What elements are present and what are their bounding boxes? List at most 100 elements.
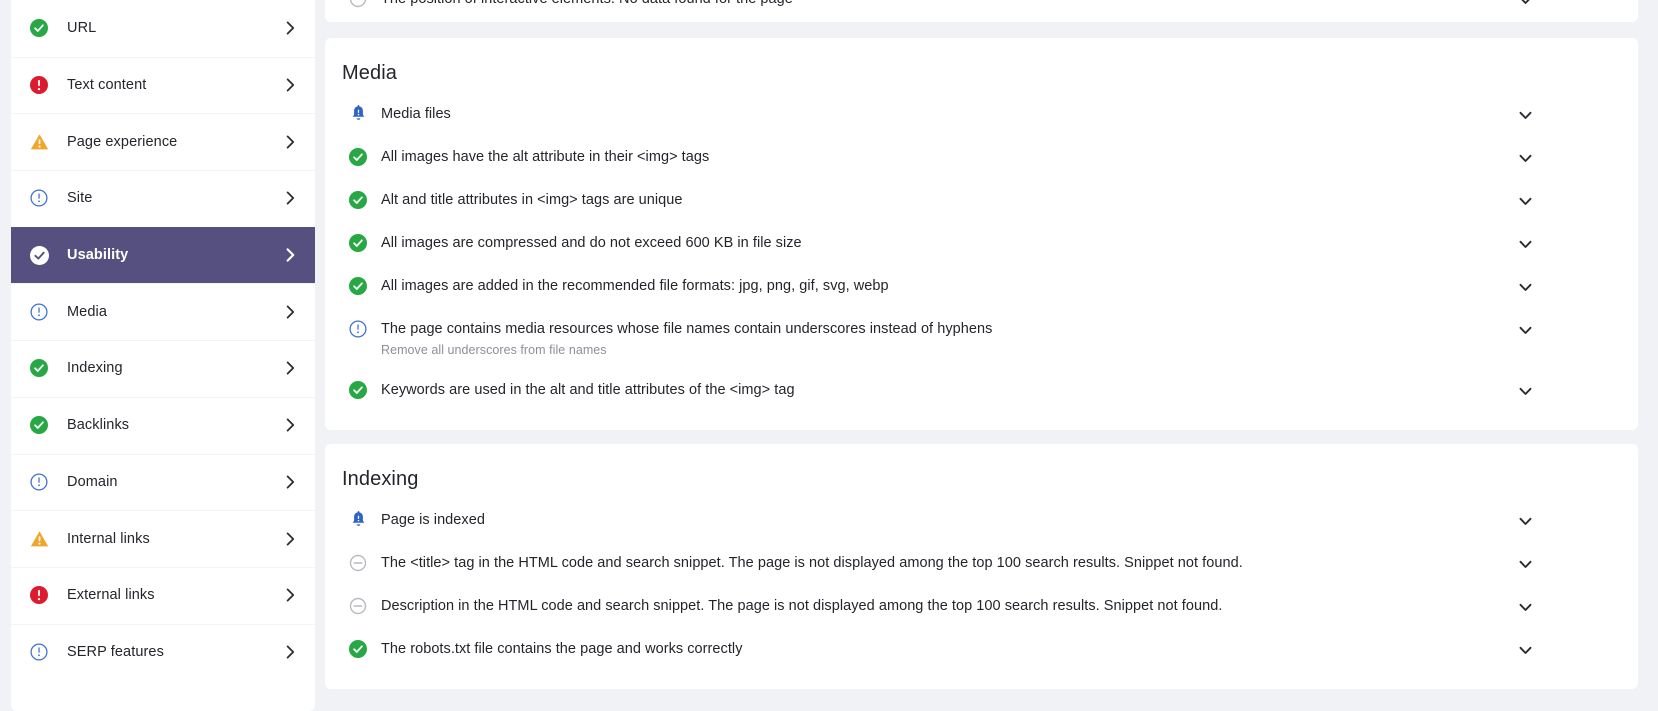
chevron-down-icon[interactable] (1518, 239, 1532, 249)
sidebar-item-label: Usability (67, 247, 129, 264)
check-row-body: All images have the alt attribute in the… (381, 147, 1578, 167)
chevron-right-icon[interactable] (285, 191, 295, 205)
sidebar-item-serp-features[interactable]: SERP features (11, 623, 315, 681)
check-row[interactable]: Keywords are used in the alt and title a… (325, 369, 1638, 412)
status-success-icon (349, 190, 367, 209)
check-row-body: The page contains media resources whose … (381, 319, 1578, 359)
sidebar-item-text-content[interactable]: Text content (11, 56, 315, 114)
status-error-icon (29, 75, 49, 95)
chevron-down-icon[interactable] (1518, 645, 1532, 655)
check-row[interactable]: The robots.txt file contains the page an… (325, 628, 1638, 671)
status-success-icon (29, 245, 49, 265)
notification-bell-icon (349, 104, 367, 123)
partial-card-usability-bottom: The position of interactive elements. No… (325, 0, 1638, 22)
sidebar: URL Text content Page experience Site Usabil… (0, 0, 325, 711)
check-row[interactable]: All images are compressed and do not exc… (325, 222, 1638, 265)
sidebar-item-usability[interactable]: Usability (11, 226, 315, 284)
sidebar-item-label: URL (67, 20, 97, 37)
chevron-down-icon[interactable] (1518, 559, 1532, 569)
sidebar-item-indexing[interactable]: Indexing (11, 340, 315, 397)
chevron-right-icon[interactable] (285, 361, 295, 375)
chevron-down-icon[interactable] (1518, 153, 1532, 163)
check-row-label: All images are added in the recommended … (381, 277, 889, 294)
notification-bell-icon (349, 510, 367, 529)
check-row-body: All images are compressed and do not exc… (381, 233, 1578, 253)
chevron-right-icon[interactable] (285, 588, 295, 602)
chevron-down-icon[interactable] (1518, 110, 1532, 120)
sidebar-item-internal-links[interactable]: Internal links (11, 510, 315, 567)
status-warning-icon (29, 529, 49, 549)
check-row-label: The position of interactive elements. No… (381, 0, 793, 7)
status-neutral-icon (349, 0, 367, 8)
check-row-hint: Remove all underscores from file names (381, 342, 607, 357)
status-error-icon (29, 585, 49, 605)
chevron-right-icon[interactable] (285, 418, 295, 432)
sidebar-item-label: Backlinks (67, 417, 130, 434)
sidebar-item-backlinks[interactable]: Backlinks (11, 396, 315, 454)
check-row-label: The page contains media resources whose … (381, 320, 993, 337)
chevron-right-icon[interactable] (285, 248, 295, 262)
status-success-icon (349, 380, 367, 399)
chevron-right-icon[interactable] (285, 532, 295, 546)
status-success-icon (349, 233, 367, 252)
check-row-label: All images are compressed and do not exc… (381, 234, 802, 251)
sidebar-item-label: Text content (67, 77, 147, 94)
sidebar-item-label: SERP features (67, 643, 164, 660)
chevron-down-icon[interactable] (1518, 516, 1532, 526)
check-row-label: All images have the alt attribute in the… (381, 148, 710, 165)
status-success-icon (29, 358, 49, 378)
main-content: The position of interactive elements. No… (325, 0, 1658, 711)
chevron-down-icon[interactable] (1518, 325, 1532, 335)
sidebar-item-label: Indexing (67, 360, 123, 377)
chevron-down-icon[interactable] (1518, 0, 1532, 5)
check-row[interactable]: The position of interactive elements. No… (325, 0, 1638, 22)
sections-container: Media Media files All images have the alt … (325, 38, 1638, 689)
sidebar-item-label: Site (67, 190, 93, 207)
status-warning-icon (29, 132, 49, 152)
status-info-icon (29, 472, 49, 492)
sidebar-item-label: Media (67, 303, 107, 320)
sidebar-item-media[interactable]: Media (11, 283, 315, 341)
status-neutral-icon (349, 554, 367, 572)
status-success-icon (349, 147, 367, 166)
status-info-icon (349, 319, 367, 338)
status-success-icon (29, 415, 49, 435)
check-row[interactable]: Description in the HTML code and search … (325, 585, 1638, 628)
chevron-right-icon[interactable] (285, 135, 295, 149)
check-row-body: The <title> tag in the HTML code and sea… (381, 553, 1578, 573)
sidebar-item-domain[interactable]: Domain (11, 453, 315, 511)
check-row[interactable]: All images have the alt attribute in the… (325, 136, 1638, 179)
status-neutral-icon (349, 597, 367, 615)
check-row-label: Media files (381, 105, 451, 122)
chevron-right-icon[interactable] (285, 305, 295, 319)
sidebar-item-label: Internal links (67, 530, 150, 547)
check-row-body: All images are added in the recommended … (381, 276, 1578, 296)
check-row[interactable]: Alt and title attributes in <img> tags a… (325, 179, 1638, 222)
check-row-body: Page is indexed (381, 510, 1578, 530)
chevron-right-icon[interactable] (285, 475, 295, 489)
chevron-down-icon[interactable] (1518, 602, 1532, 612)
status-success-icon (349, 276, 367, 295)
section-card-indexing: Indexing Page is indexed The <title> tag i… (325, 444, 1638, 689)
sidebar-item-site[interactable]: Site (11, 170, 315, 227)
check-row[interactable]: The page contains media resources whose … (325, 308, 1638, 369)
check-row-body: Media files (381, 104, 1578, 124)
chevron-right-icon[interactable] (285, 21, 295, 35)
check-row-label: The <title> tag in the HTML code and sea… (381, 554, 1243, 571)
sidebar-item-external-links[interactable]: External links (11, 566, 315, 624)
chevron-down-icon[interactable] (1518, 386, 1532, 396)
check-row[interactable]: Media files (325, 93, 1638, 136)
check-row[interactable]: All images are added in the recommended … (325, 265, 1638, 308)
sidebar-item-label: Domain (67, 473, 118, 490)
check-row[interactable]: Page is indexed (325, 499, 1638, 542)
chevron-right-icon[interactable] (285, 645, 295, 659)
check-row[interactable]: The <title> tag in the HTML code and sea… (325, 542, 1638, 585)
check-row-label: The robots.txt file contains the page an… (381, 640, 743, 657)
section-title: Media (342, 62, 397, 84)
chevron-down-icon[interactable] (1518, 282, 1532, 292)
chevron-down-icon[interactable] (1518, 196, 1532, 206)
section-title: Indexing (342, 468, 419, 490)
sidebar-item-url[interactable]: URL (11, 0, 315, 57)
sidebar-item-page-experience[interactable]: Page experience (11, 113, 315, 171)
chevron-right-icon[interactable] (285, 78, 295, 92)
